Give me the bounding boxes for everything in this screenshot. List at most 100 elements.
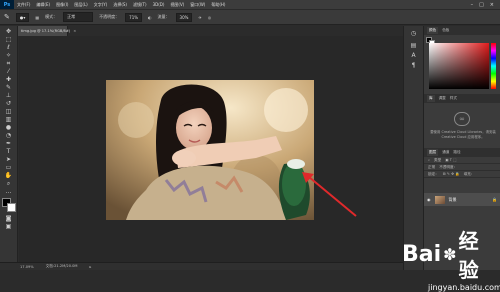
airbrush-icon[interactable]: ✈ [198, 15, 201, 20]
menu-item-file[interactable]: 文件(F) [14, 2, 33, 8]
girl-photo [106, 80, 314, 220]
brush-panel-icon[interactable]: ▦ [35, 15, 39, 20]
shape-tool-icon[interactable]: ▭ [3, 164, 15, 172]
brush-tool-icon[interactable]: ✎ [4, 13, 10, 21]
menu-item-select[interactable]: 选择(S) [110, 2, 130, 8]
mode-select[interactable]: 正常 [63, 12, 94, 22]
layers-panel: 图层 通道 路径 ⌕ 类型 ▣ T ⬚ 正常 不透明度： 锁定： ⊞ ✎ ✥ 🔒… [424, 148, 500, 178]
options-bar: ✎ ●▾ ▦ 模式： 正常 不透明度： 71% ◐ 流量： 30% ✈ ◎ [0, 9, 500, 25]
menu-item-filter[interactable]: 滤镜(T) [130, 2, 150, 8]
brush-tool-icon[interactable]: ✎ [3, 84, 15, 92]
background-color[interactable] [6, 203, 16, 212]
tab-layers[interactable]: 图层 [427, 149, 439, 156]
filter-icons[interactable]: ▣ T ⬚ [445, 158, 456, 162]
menu-item-image[interactable]: 图像(I) [53, 2, 71, 8]
menu-item-3d[interactable]: 3D(D) [150, 2, 168, 7]
close-button[interactable]: × [490, 2, 494, 8]
tab-color[interactable]: 颜色 [427, 27, 439, 34]
maximize-button[interactable]: □ [479, 2, 484, 8]
status-menu-icon[interactable]: ▸ [90, 265, 92, 269]
move-tool-icon[interactable]: ✥ [3, 28, 15, 36]
layer-blend-row: 正常 不透明度： [424, 164, 500, 171]
screen-mode-icon[interactable]: ▣ [3, 223, 15, 231]
jingyan-text: 经验 [458, 229, 479, 282]
gradient-tool-icon[interactable]: ▥ [3, 116, 15, 124]
layer-name[interactable]: 背景 [449, 197, 457, 203]
menu-item-edit[interactable]: 编辑(E) [33, 2, 53, 8]
layer-row-background[interactable]: ◉ 背景 🔒 [424, 193, 500, 206]
layer-lock-row: 锁定： ⊞ ✎ ✥ 🔒 填充： [424, 171, 500, 178]
red-arrow-annotation [302, 172, 357, 217]
blend-mode-select[interactable]: 正常 [428, 165, 435, 170]
pressure-size-icon[interactable]: ◎ [208, 15, 212, 20]
path-select-tool-icon[interactable]: ➤ [3, 156, 15, 164]
document-size[interactable]: 文档:21.2M/20.0M [46, 264, 78, 269]
layer-kind-select[interactable]: 类型 [434, 158, 441, 163]
type-tool-icon[interactable]: T [3, 148, 15, 156]
fill-label: 填充： [463, 171, 475, 176]
marquee-tool-icon[interactable]: ⬚ [3, 36, 15, 44]
layer-thumbnail [434, 195, 445, 204]
layer-opacity-label: 不透明度： [439, 164, 458, 169]
mode-label: 模式： [45, 14, 58, 19]
history-panel-icon[interactable]: ◷ [408, 30, 420, 38]
creative-cloud-message: 要使用 Creative Cloud Libraries，请安装 Creativ… [430, 130, 496, 139]
lock-icon: 🔒 [492, 197, 497, 202]
minimize-button[interactable]: – [471, 2, 474, 8]
layers-panel-tabs: 图层 通道 路径 [424, 148, 500, 157]
tab-adjustments[interactable]: 调整 [439, 96, 446, 101]
baidu-logo-text: Bai [402, 241, 442, 267]
flow-field[interactable]: 30% [175, 12, 193, 22]
more-tools-icon[interactable]: … [3, 188, 15, 196]
lock-icons[interactable]: ⊞ ✎ ✥ 🔒 [443, 172, 460, 176]
document-title: timg.jpg @ 17.1%(RGB/8#) [21, 29, 71, 33]
color-panel-tabs: 颜色 色板 [424, 26, 500, 35]
lasso-tool-icon[interactable]: ℓ [3, 44, 15, 52]
eyedropper-tool-icon[interactable]: ⁄ [3, 68, 15, 76]
document-image[interactable] [106, 80, 314, 220]
menu-item-help[interactable]: 帮助(H) [208, 2, 228, 8]
opacity-field[interactable]: 71% [125, 12, 143, 22]
color-swatches[interactable] [1, 198, 16, 212]
opacity-label: 不透明度： [99, 14, 120, 19]
eraser-tool-icon[interactable]: ◫ [3, 108, 15, 116]
color-field[interactable] [429, 43, 489, 89]
zoom-level[interactable]: 17.09% [20, 265, 34, 269]
zoom-tool-icon[interactable]: ⌕ [3, 180, 15, 188]
paragraph-panel-icon[interactable]: ¶ [408, 62, 420, 70]
tab-styles[interactable]: 样式 [450, 96, 457, 101]
tab-swatches[interactable]: 色板 [442, 28, 449, 33]
healing-brush-tool-icon[interactable]: ✚ [3, 76, 15, 84]
tab-paths[interactable]: 路径 [453, 150, 460, 155]
history-brush-tool-icon[interactable]: ↺ [3, 100, 15, 108]
character-panel-icon[interactable]: A [408, 52, 420, 60]
dodge-tool-icon[interactable]: ◔ [3, 132, 15, 140]
pen-tool-icon[interactable]: ✒ [3, 140, 15, 148]
brush-preset-picker[interactable]: ●▾ [15, 12, 30, 22]
search-icon: ⌕ [428, 158, 431, 162]
pressure-opacity-icon[interactable]: ◐ [148, 15, 152, 20]
library-panel-tabs: 库 调整 样式 [424, 94, 500, 103]
blur-tool-icon[interactable]: ● [3, 124, 15, 132]
creative-cloud-icon: ∞ [454, 112, 470, 126]
menu-item-type[interactable]: 文字(Y) [91, 2, 111, 8]
quick-mask-icon[interactable]: ◙ [3, 215, 15, 223]
hue-slider[interactable] [491, 43, 496, 89]
baidu-jingyan-watermark: Bai ✽ 经验 jingyan.baidu.com [388, 225, 500, 292]
paw-icon: ✽ [443, 244, 457, 264]
eye-icon[interactable]: ◉ [427, 197, 431, 202]
document-tab[interactable]: timg.jpg @ 17.1%(RGB/8#) × [18, 26, 76, 36]
properties-panel-icon[interactable]: ▤ [408, 42, 420, 50]
menu-item-window[interactable]: 窗口(W) [187, 2, 208, 8]
crop-tool-icon[interactable]: ⌗ [3, 60, 15, 68]
watermark-url: jingyan.baidu.com [428, 283, 500, 292]
close-document-icon[interactable]: × [73, 29, 76, 33]
menu-item-view[interactable]: 视图(V) [167, 2, 187, 8]
tab-channels[interactable]: 通道 [442, 150, 449, 155]
tab-libraries[interactable]: 库 [427, 95, 435, 102]
tools-panel: ✥ ⬚ ℓ ✧ ⌗ ⁄ ✚ ✎ ⊥ ↺ ◫ ▥ ● ◔ ✒ T ➤ ▭ ✋ ⌕ … [0, 26, 18, 262]
quick-select-tool-icon[interactable]: ✧ [3, 52, 15, 60]
menu-item-layer[interactable]: 图层(L) [71, 2, 90, 8]
clone-stamp-tool-icon[interactable]: ⊥ [3, 92, 15, 100]
hand-tool-icon[interactable]: ✋ [3, 172, 15, 180]
